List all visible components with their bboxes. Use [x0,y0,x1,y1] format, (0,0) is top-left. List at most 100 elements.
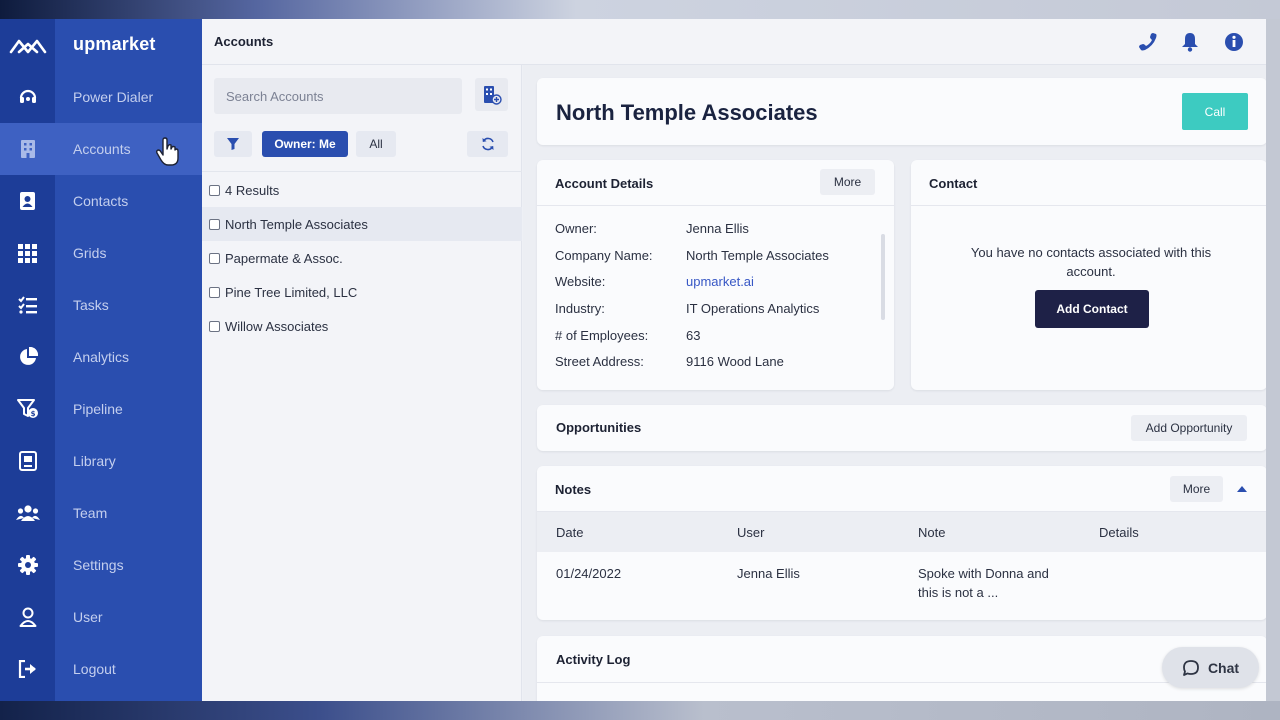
refresh-button[interactable] [467,131,508,157]
account-details-card: Account Details More Owner: Jenna Ellis … [537,160,894,390]
field-label: Owner: [555,221,597,236]
account-name: Willow Associates [225,318,329,334]
sidebar-item-label: Accounts [73,141,131,157]
row-checkbox[interactable] [209,252,220,264]
list-item[interactable]: North Temple Associates [202,207,522,241]
phone-icon[interactable] [1137,31,1159,53]
info-icon[interactable] [1223,31,1245,53]
search-input[interactable] [214,78,462,114]
library-book-icon[interactable] [0,435,55,487]
sidebar-item-user[interactable]: User [55,591,202,643]
refresh-icon [481,137,494,151]
contact-header: Contact [911,160,1266,206]
results-count-row[interactable]: 4 Results [202,173,522,207]
select-all-checkbox[interactable] [209,184,220,196]
owner-me-filter[interactable]: Owner: Me [262,131,348,157]
chat-label: Chat [1207,659,1240,676]
team-users-icon[interactable] [0,487,55,539]
row-checkbox[interactable] [209,218,220,230]
opportunities-card: Opportunities Add Opportunity [537,405,1266,451]
chat-button[interactable]: Chat [1162,647,1259,688]
account-details-more-button[interactable]: More [820,169,875,195]
account-detail-panel: North Temple Associates Call Account Det… [523,65,1266,701]
filter-button[interactable] [214,131,252,157]
sidebar-item-label: Library [73,453,116,469]
field-value: 9116 Wood Lane [686,354,784,369]
address-book-icon[interactable] [0,175,55,227]
hand-pointer-cursor-icon [155,137,179,166]
empty-contacts-message: You have no contacts associated with thi… [970,245,1212,279]
filter-funnel-icon [227,138,239,150]
grid-icon[interactable] [0,227,55,279]
details-scrollbar[interactable] [881,234,885,320]
field-value: 63 [686,328,701,343]
sidebar-item-label: Team [73,505,108,521]
field-label: Company Name: [555,248,653,263]
add-contact-button[interactable]: Add Contact [1035,290,1149,328]
note-date: 01/24/2022 [556,566,622,581]
funnel-dollar-icon[interactable]: $ [0,383,55,435]
add-opportunity-button[interactable]: Add Opportunity [1131,415,1247,441]
sidebar-item-label: Tasks [73,297,109,313]
table-row[interactable]: 01/24/2022 Jenna Ellis Spoke with Donna … [537,512,1266,620]
row-checkbox[interactable] [209,320,220,332]
sidebar-item-label: Logout [73,661,116,677]
gear-icon[interactable] [0,539,55,591]
website-link[interactable]: upmarket.ai [686,274,754,289]
account-name: Papermate & Assoc. [225,250,343,266]
logout-icon[interactable] [0,643,55,695]
chat-bubble-icon [1183,659,1199,676]
list-item[interactable]: Pine Tree Limited, LLC [202,275,522,309]
task-list-icon[interactable] [0,279,55,331]
sidebar-item-grids[interactable]: Grids [55,227,202,279]
sidebar-item-label: Contacts [73,193,129,209]
building-icon[interactable] [0,123,55,175]
sidebar-item-label: Grids [73,245,107,261]
pie-chart-icon[interactable] [0,331,55,383]
collapse-chevron-up-icon[interactable] [1233,480,1251,498]
headset-icon[interactable] [0,71,55,123]
svg-text:$: $ [30,410,35,418]
sidebar-item-library[interactable]: Library [55,435,202,487]
brand-name: upmarket [73,34,156,54]
list-item[interactable]: Papermate & Assoc. [202,241,522,275]
field-label: Website: [555,274,606,289]
notes-more-button[interactable]: More [1170,476,1223,502]
list-divider [202,171,522,172]
sidebar-item-analytics[interactable]: Analytics [55,331,202,383]
sidebar-item-tasks[interactable]: Tasks [55,279,202,331]
all-filter[interactable]: All [356,131,396,157]
contact-title: Contact [929,176,978,191]
contact-card: Contact You have no contacts associated … [911,160,1266,390]
add-account-button[interactable] [475,78,508,111]
sidebar-icon-rail: $ [0,19,55,701]
list-item[interactable]: Willow Associates [202,309,522,343]
sidebar-item-team[interactable]: Team [55,487,202,539]
field-label: Street Address: [555,354,644,369]
sidebar-item-pipeline[interactable]: Pipeline [55,383,202,435]
activity-log-title: Activity Log [556,652,631,667]
field-value: Jenna Ellis [686,221,749,236]
sidebar-item-settings[interactable]: Settings [55,539,202,591]
sidebar-item-contacts[interactable]: Contacts [55,175,202,227]
sidebar-item-logout[interactable]: Logout [55,643,202,695]
account-title: North Temple Associates [556,100,818,125]
opportunities-title: Opportunities [556,420,642,435]
account-details-title: Account Details [555,176,654,191]
notes-card: Notes More Date User Note Details 01/24/… [537,466,1266,620]
sidebar-item-label: Pipeline [73,401,123,417]
main-area: Accounts Owner: Me All [202,19,1266,701]
sidebar-item-power-dialer[interactable]: Power Dialer [55,71,202,123]
account-name: North Temple Associates [225,216,368,232]
bell-icon[interactable] [1179,31,1201,53]
note-user: Jenna Ellis [737,566,800,581]
sidebar-item-label: Analytics [73,349,130,365]
sidebar-nav: upmarket Power Dialer Accounts Contacts … [55,19,202,701]
activity-log-divider [537,682,1266,683]
call-button[interactable]: Call [1182,93,1248,130]
logo-icon [9,39,47,54]
window-right-edge [1266,19,1280,701]
user-icon[interactable] [0,591,55,643]
account-details-header: Account Details More [537,160,894,206]
row-checkbox[interactable] [209,286,220,298]
